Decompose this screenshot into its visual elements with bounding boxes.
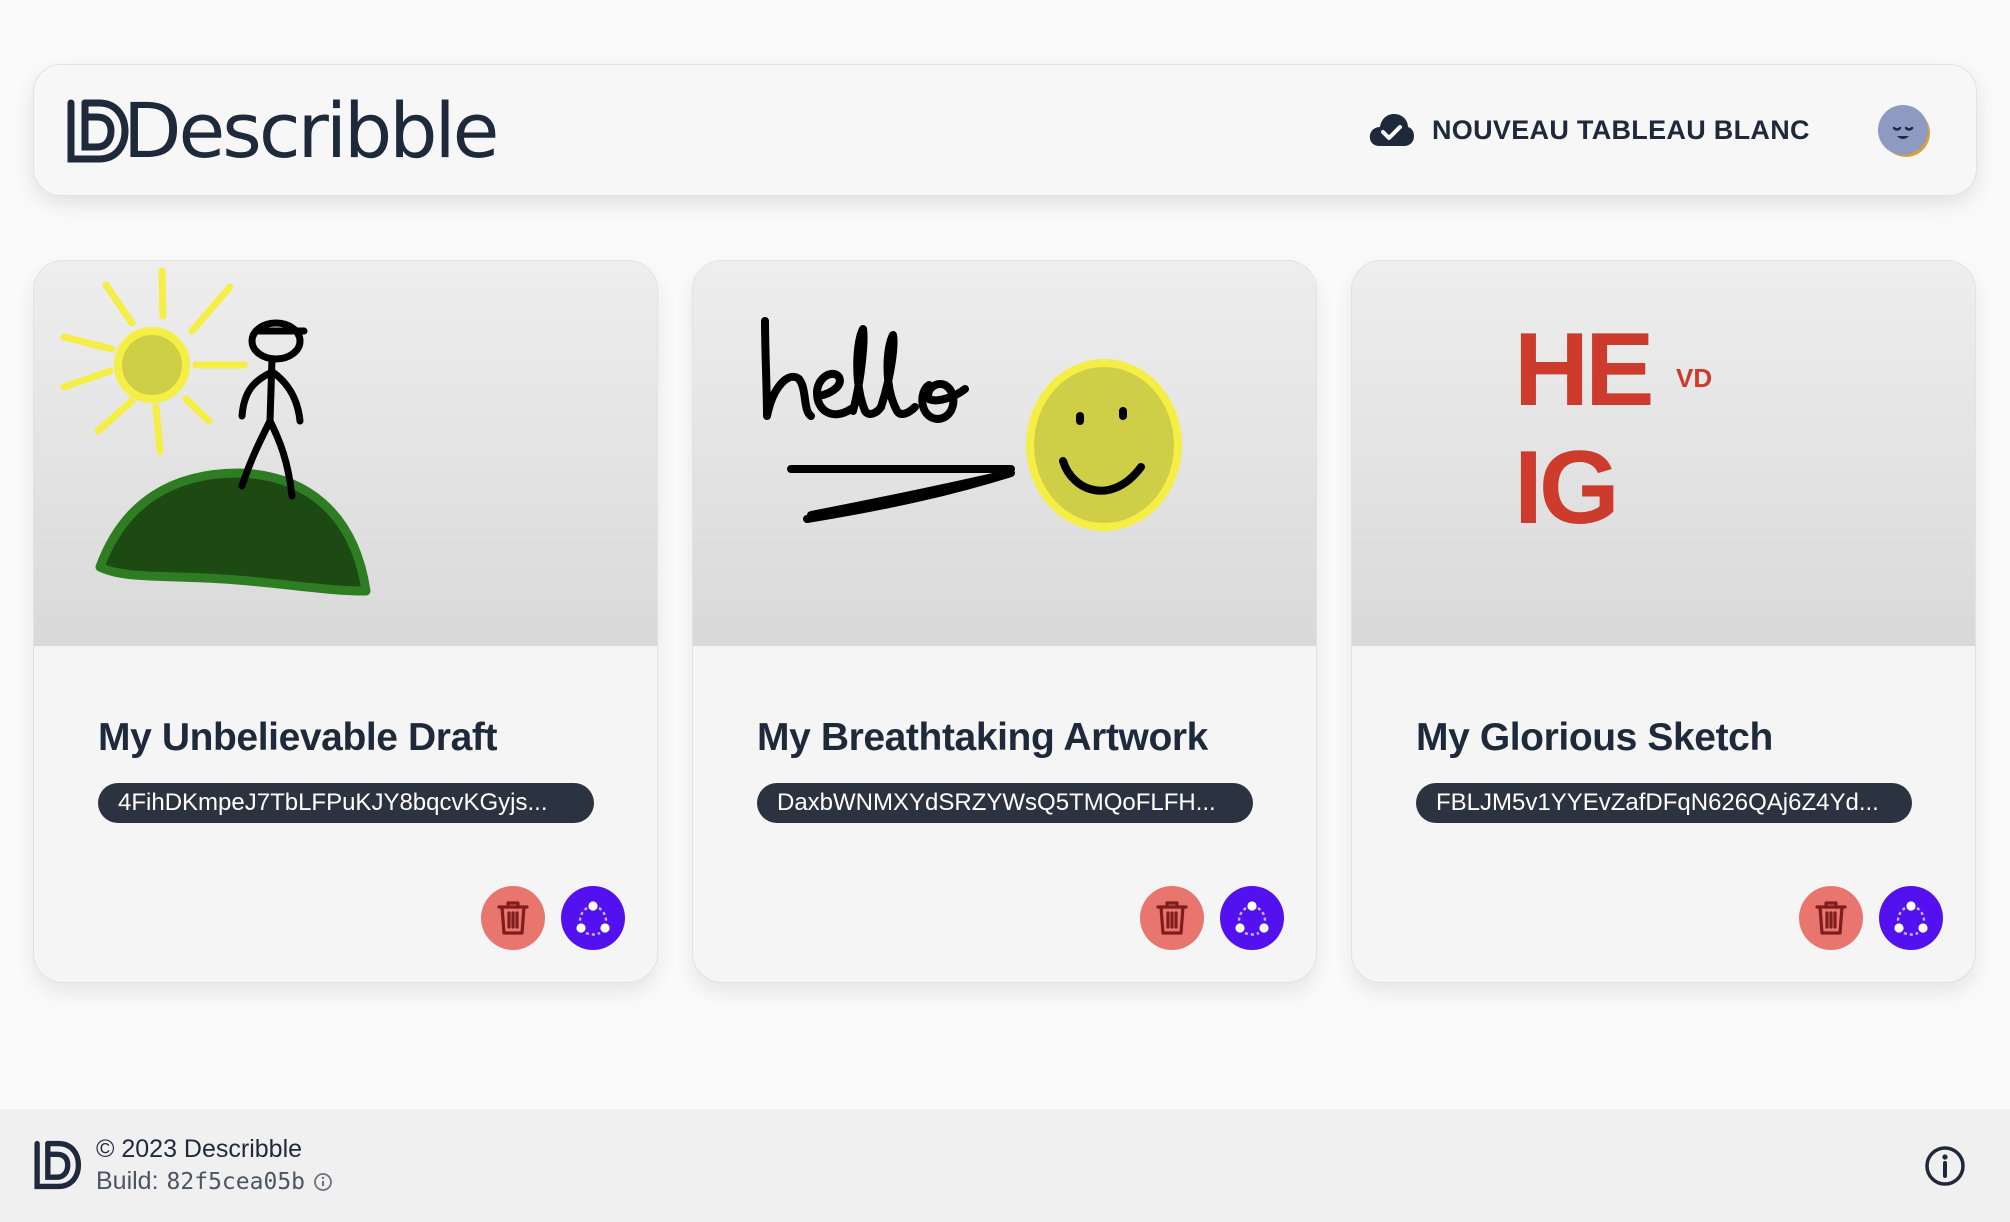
cloud-check-icon xyxy=(1369,114,1414,146)
share-icon xyxy=(1235,901,1269,936)
board-title[interactable]: My Glorious Sketch xyxy=(1416,716,1773,760)
board-id-badge[interactable]: 4FihDKmpeJ7TbLFPuKJY8bqcvKGyjs... xyxy=(98,783,594,823)
board-card[interactable]: My Breathtaking Artwork DaxbWNMXYdSRZYWs… xyxy=(692,260,1317,983)
build-hash: 82f5cea05b xyxy=(166,1168,306,1195)
brand-name: Describble xyxy=(123,86,499,175)
delete-board-button[interactable] xyxy=(481,886,545,950)
board-id-badge[interactable]: DaxbWNMXYdSRZYWsQ5TMQoFLFH... xyxy=(757,783,1253,823)
top-navbar: Describble NOUVEAU TABLEAU BLANC xyxy=(33,64,1977,196)
hello-smiley-drawing xyxy=(761,317,1182,531)
board-title[interactable]: My Unbelievable Draft xyxy=(98,716,497,760)
user-avatar[interactable] xyxy=(1878,105,1928,155)
share-board-button[interactable] xyxy=(561,886,625,950)
build-info: Build: 82f5cea05b xyxy=(96,1167,333,1196)
trash-icon xyxy=(1156,901,1188,935)
new-whiteboard-button[interactable]: NOUVEAU TABLEAU BLANC xyxy=(1354,105,1824,155)
new-whiteboard-label: NOUVEAU TABLEAU BLANC xyxy=(1432,114,1810,145)
describble-logo-icon xyxy=(34,1140,82,1190)
heig-line-2: IG xyxy=(1514,430,1616,546)
board-card[interactable]: HE IG VD My Glorious Sketch FBLJM5v1YYEv… xyxy=(1351,260,1976,983)
page-footer: © 2023 Describble Build: 82f5cea05b xyxy=(0,1109,2010,1222)
heig-vd-logo-drawing: HE IG VD xyxy=(1514,312,1712,546)
share-board-button[interactable] xyxy=(1879,886,1943,950)
board-id-badge[interactable]: FBLJM5v1YYEvZafDFqN626QAj6Z4Yd... xyxy=(1416,783,1912,823)
heig-sup: VD xyxy=(1676,363,1712,393)
copyright-text: © 2023 Describble xyxy=(96,1135,303,1163)
board-title[interactable]: My Breathtaking Artwork xyxy=(757,716,1208,760)
describble-logo-icon xyxy=(67,99,129,163)
sleepy-face-icon xyxy=(1892,126,1914,139)
info-icon[interactable] xyxy=(1924,1145,1966,1187)
sun-hill-stickman-drawing xyxy=(60,267,371,596)
trash-icon xyxy=(497,901,529,935)
delete-board-button[interactable] xyxy=(1799,886,1863,950)
info-small-icon[interactable] xyxy=(313,1172,333,1192)
share-icon xyxy=(1894,901,1928,936)
board-thumbnail-sun-hill[interactable] xyxy=(34,261,657,646)
share-board-button[interactable] xyxy=(1220,886,1284,950)
brand-logo[interactable]: Describble xyxy=(65,86,499,175)
board-card[interactable]: My Unbelievable Draft 4FihDKmpeJ7TbLFPuK… xyxy=(33,260,658,983)
build-label: Build: xyxy=(96,1167,159,1195)
board-thumbnail-hello[interactable] xyxy=(693,261,1316,646)
trash-icon xyxy=(1815,901,1847,935)
share-icon xyxy=(576,901,610,936)
board-thumbnail-heig[interactable]: HE IG VD xyxy=(1352,261,1975,646)
heig-line-1: HE xyxy=(1514,312,1651,428)
delete-board-button[interactable] xyxy=(1140,886,1204,950)
